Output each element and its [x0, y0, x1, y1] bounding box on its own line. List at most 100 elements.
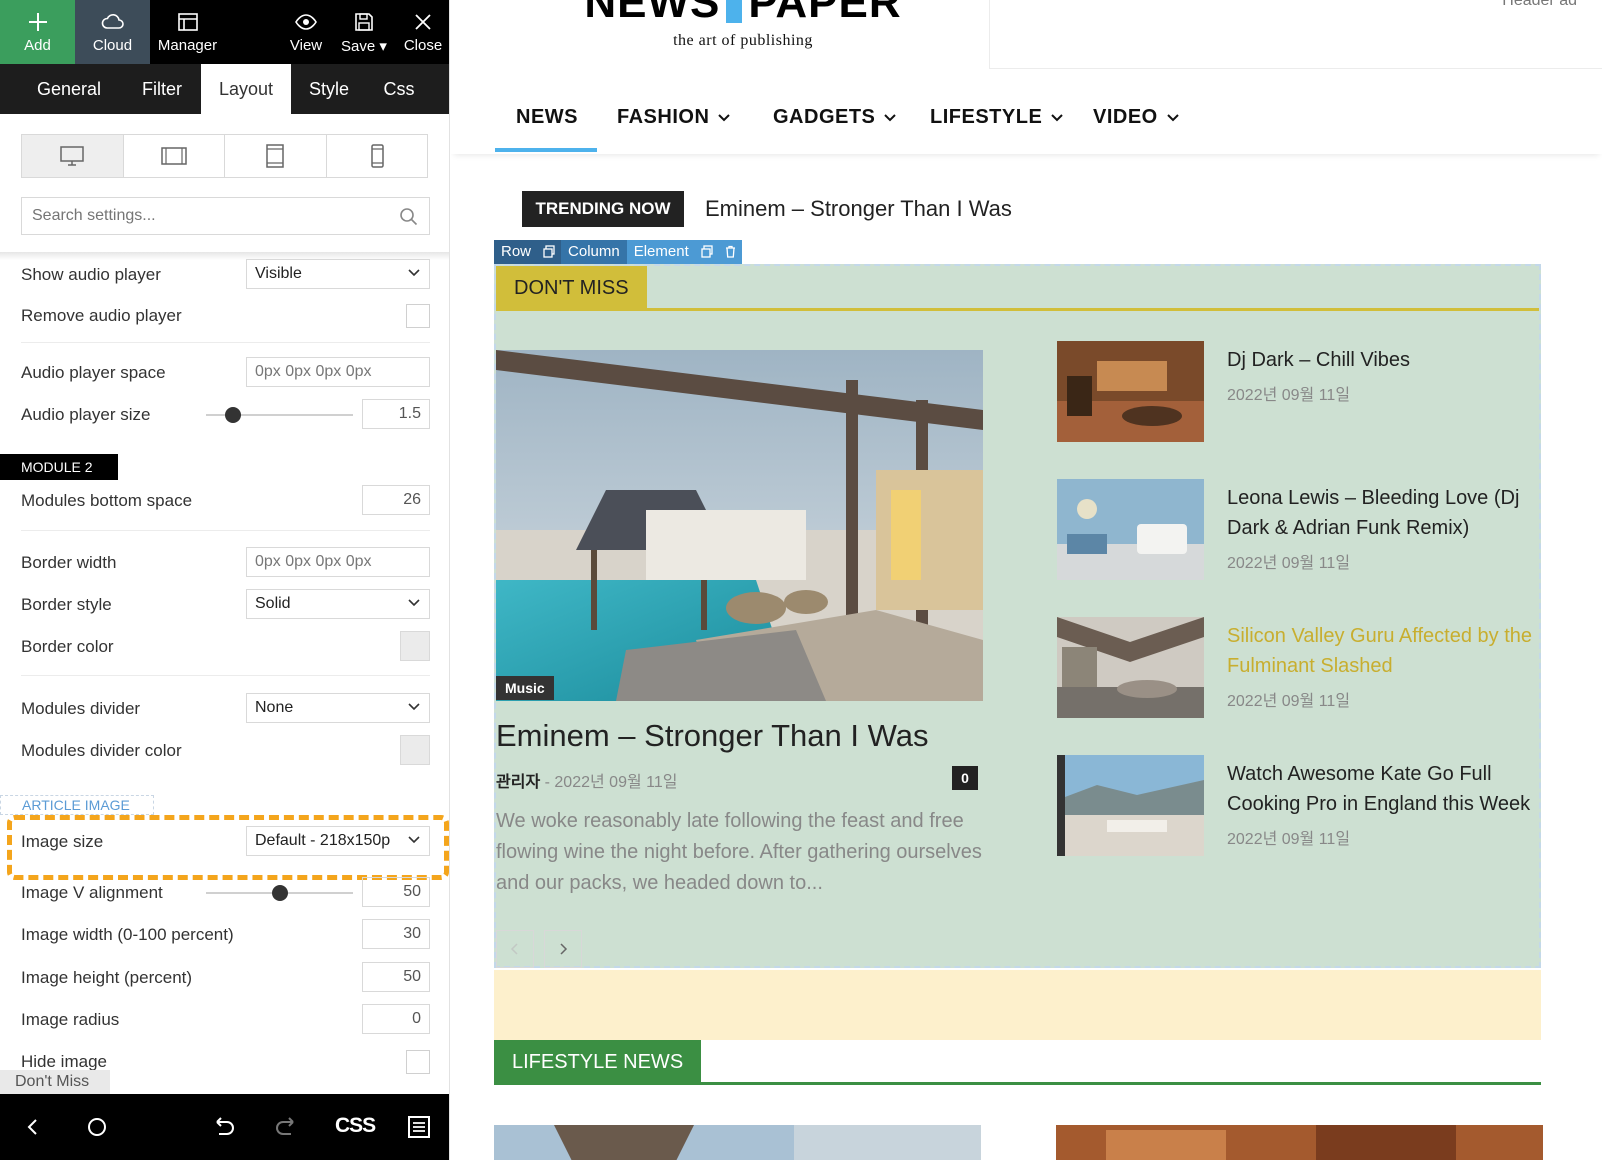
device-desktop[interactable]	[22, 135, 124, 177]
nav-fashion[interactable]: FASHION	[617, 106, 731, 129]
setting-border-width: Border width 0px 0px 0px 0px	[21, 547, 430, 579]
redo-button[interactable]	[272, 1112, 302, 1142]
main-article-meta: 관리자 - 2022년 09월 11일	[496, 768, 677, 792]
lifestyle-article-image[interactable]	[1056, 1125, 1543, 1160]
side-article-title[interactable]: Watch Awesome Kate Go Full Cooking Pro i…	[1227, 759, 1547, 819]
slider-handle[interactable]	[225, 407, 241, 423]
side-article-thumbnail[interactable]	[1057, 341, 1204, 442]
tab-style[interactable]: Style	[291, 64, 367, 114]
copy-icon	[701, 245, 713, 258]
modules-divider-select[interactable]: None	[246, 693, 430, 723]
row-divider	[21, 530, 430, 531]
side-article-thumbnail[interactable]	[1057, 755, 1204, 856]
setting-label: Border style	[21, 595, 112, 614]
tab-general[interactable]: General	[15, 64, 123, 114]
article-author[interactable]: 관리자	[496, 774, 540, 791]
remove-audio-player-checkbox[interactable]	[406, 304, 430, 328]
nav-gadgets[interactable]: GADGETS	[773, 106, 897, 129]
search-input[interactable]	[22, 198, 429, 234]
setting-label: Image width (0-100 percent)	[21, 925, 234, 944]
view-button[interactable]: View	[281, 0, 331, 64]
floppy-icon	[355, 12, 373, 31]
slider-handle[interactable]	[272, 885, 288, 901]
setting-audio-player-space: Audio player space 0px 0px 0px 0px	[21, 357, 430, 389]
main-article-title[interactable]: Eminem – Stronger Than I Was	[496, 718, 928, 754]
main-article-excerpt: We woke reasonably late following the fe…	[496, 810, 982, 894]
setting-label: Audio player space	[21, 363, 166, 382]
border-width-input[interactable]: 0px 0px 0px 0px	[246, 547, 430, 577]
manager-button[interactable]: Manager	[150, 0, 225, 64]
device-landscape-tablet[interactable]	[124, 135, 225, 177]
side-article-date: 2022년 09월 11일	[1227, 387, 1351, 404]
nav-video[interactable]: VIDEO	[1093, 106, 1180, 129]
side-article-title[interactable]: Silicon Valley Guru Affected by the Fulm…	[1227, 621, 1547, 681]
desktop-icon	[60, 146, 84, 166]
element-delete-button[interactable]	[718, 240, 742, 264]
trending-now-badge: TRENDING NOW	[522, 191, 684, 227]
save-button[interactable]: Save ▾	[336, 0, 392, 64]
image-width-input[interactable]: 30	[362, 919, 430, 949]
cloud-label: Cloud	[92, 37, 133, 54]
setting-label: Remove audio player	[21, 306, 182, 325]
editor-toolbar: Add Cloud Manager View Save ▾ Close	[0, 0, 449, 64]
device-phone[interactable]	[327, 135, 428, 177]
main-article-image[interactable]	[496, 350, 983, 701]
audio-player-size-slider[interactable]	[206, 407, 353, 423]
side-article-title[interactable]: Leona Lewis – Bleeding Love (Dj Dark & A…	[1227, 483, 1547, 543]
layers-button[interactable]	[404, 1112, 434, 1142]
setting-image-v-alignment: Image V alignment 50	[21, 877, 430, 909]
setting-label: Show audio player	[21, 265, 161, 284]
close-button[interactable]: Close	[396, 0, 449, 64]
hide-image-checkbox[interactable]	[406, 1050, 430, 1074]
undo-button[interactable]	[208, 1112, 238, 1142]
eye-icon	[295, 14, 317, 30]
tab-layout[interactable]: Layout	[201, 64, 291, 114]
next-page-button[interactable]	[544, 930, 582, 968]
side-article-title[interactable]: Dj Dark – Chill Vibes	[1227, 345, 1547, 375]
comment-count[interactable]: 0	[952, 766, 978, 790]
prev-page-button[interactable]	[496, 930, 534, 968]
trending-headline[interactable]: Eminem – Stronger Than I Was	[705, 196, 1012, 222]
element-clone-button[interactable]	[695, 240, 719, 264]
side-article-thumbnail[interactable]	[1057, 479, 1204, 580]
side-article-date: 2022년 09월 11일	[1227, 555, 1351, 572]
column-control[interactable]: Column	[561, 240, 627, 264]
setting-border-color: Border color	[21, 631, 430, 663]
modules-divider-color-swatch[interactable]	[400, 735, 430, 765]
site-logo[interactable]: NEWS PAPER the art of publishing	[553, 0, 933, 50]
side-article-date: 2022년 09월 11일	[1227, 693, 1351, 710]
dont-miss-block[interactable]: DON'T MISS Music Eminem – Stronger Than …	[494, 264, 1541, 968]
image-v-alignment-input[interactable]: 50	[362, 877, 430, 907]
image-radius-input[interactable]: 0	[362, 1004, 430, 1034]
breadcrumb[interactable]: Don't Miss	[0, 1070, 110, 1094]
setting-modules-bottom-space: Modules bottom space 26	[21, 485, 430, 517]
category-badge[interactable]: Music	[496, 676, 554, 700]
lifestyle-article-image[interactable]	[494, 1125, 981, 1160]
tab-filter[interactable]: Filter	[123, 64, 201, 114]
logo-bar-icon	[726, 0, 743, 24]
row-clone-button[interactable]	[538, 240, 562, 264]
audio-player-space-input[interactable]: 0px 0px 0px 0px	[246, 357, 430, 387]
image-size-select[interactable]: Default - 218x150p	[246, 826, 430, 856]
image-v-alignment-slider[interactable]	[206, 885, 353, 901]
cloud-button[interactable]: Cloud	[75, 0, 150, 64]
border-style-select[interactable]: Solid	[246, 589, 430, 619]
setting-audio-player-size: Audio player size 1.5	[21, 399, 430, 431]
audio-player-size-input[interactable]: 1.5	[362, 399, 430, 429]
undo-icon	[216, 1117, 234, 1135]
show-audio-player-select[interactable]: Visible	[246, 259, 430, 289]
modules-bottom-space-input[interactable]: 26	[362, 485, 430, 515]
image-height-input[interactable]: 50	[362, 962, 430, 992]
nav-news[interactable]: NEWS	[516, 106, 578, 129]
border-color-swatch[interactable]	[400, 631, 430, 661]
css-button[interactable]: CSS	[335, 1114, 376, 1144]
nav-lifestyle[interactable]: LIFESTYLE	[930, 106, 1064, 129]
device-portrait-tablet[interactable]	[225, 135, 327, 177]
back-button[interactable]	[18, 1112, 48, 1142]
home-button[interactable]	[82, 1112, 112, 1142]
element-control[interactable]: Element	[626, 240, 696, 264]
row-control[interactable]: Row	[494, 240, 539, 264]
side-article-thumbnail[interactable]	[1057, 617, 1204, 718]
tab-css[interactable]: Css	[367, 64, 431, 114]
add-button[interactable]: Add	[0, 0, 75, 64]
